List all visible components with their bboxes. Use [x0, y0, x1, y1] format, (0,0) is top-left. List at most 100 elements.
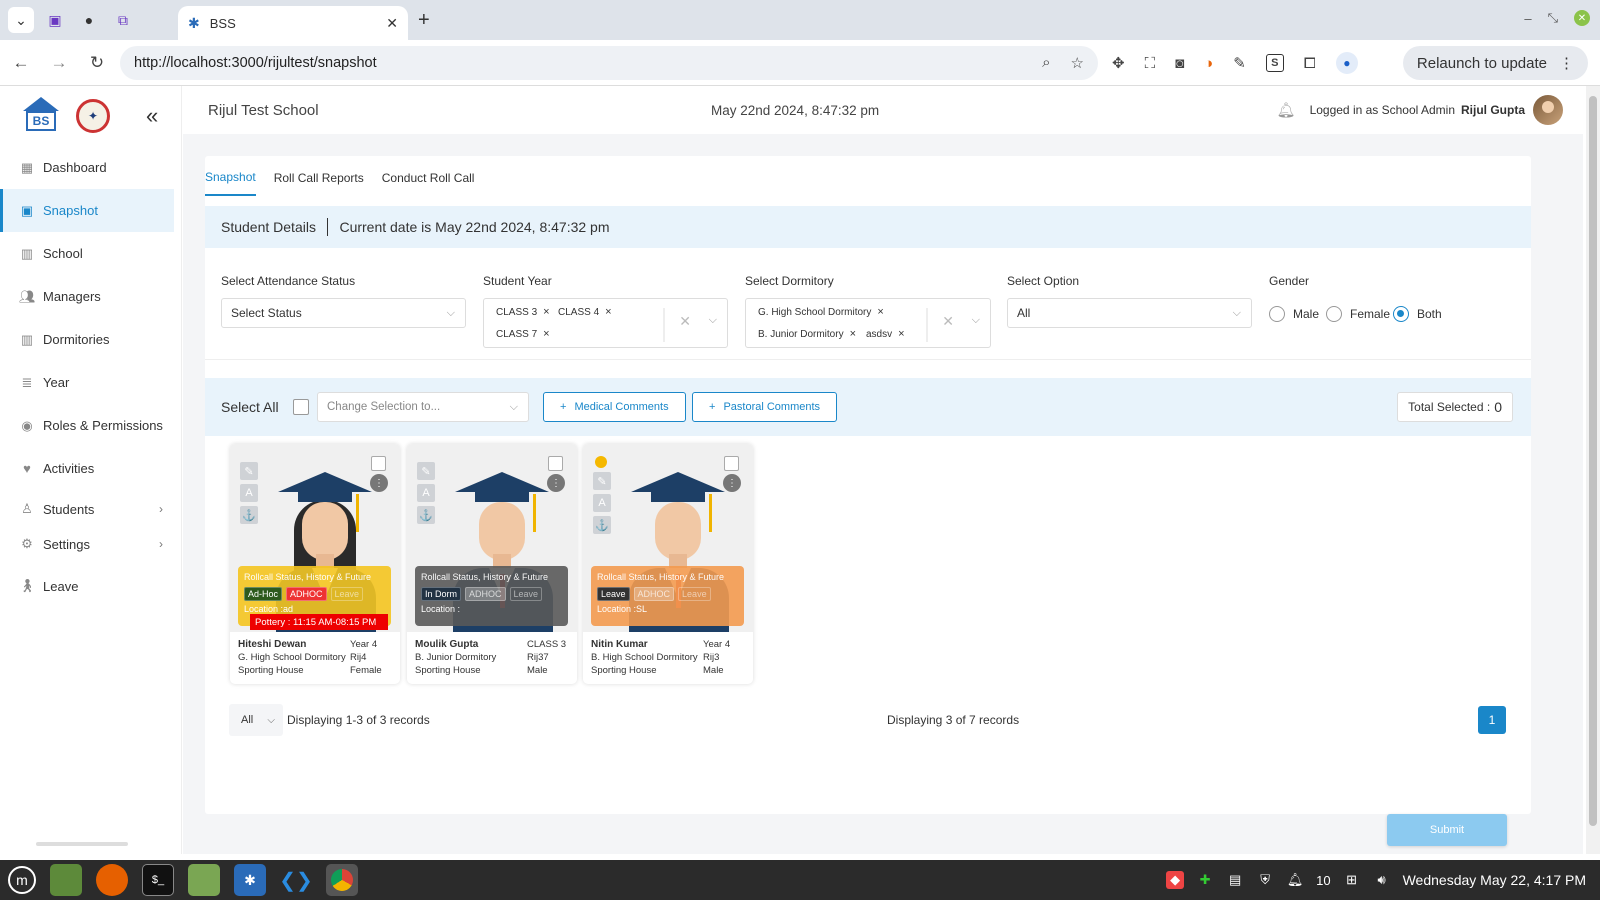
browser-tab-active[interactable]: ✱ BSS ✕	[178, 6, 408, 40]
tab-conduct-roll-call[interactable]: Conduct Roll Call	[382, 161, 475, 195]
dormitory-multiselect[interactable]: G. High School Dormitory × B. Junior Dorm…	[745, 298, 991, 348]
letter-a-icon[interactable]: A	[593, 494, 611, 512]
remove-chip-icon[interactable]: ×	[898, 328, 904, 340]
network-icon[interactable]: ⊞	[1343, 871, 1361, 889]
avatar[interactable]	[1533, 95, 1563, 125]
gender-radio-both[interactable]: Both	[1393, 306, 1442, 322]
gender-radio-female[interactable]: Female	[1326, 306, 1390, 322]
color-extension-icon[interactable]: ◑	[1204, 55, 1213, 72]
student-card[interactable]: ✎ A ⚓ ⋮ Rollcall Status, History & Futur…	[407, 444, 577, 684]
puzzle-extensions-icon[interactable]: ⧠	[1304, 55, 1316, 72]
sidebar-item-students[interactable]: ♙ Students ›	[0, 490, 181, 528]
sidebar-item-school[interactable]: ▥ School	[0, 232, 181, 275]
sidebar-item-year[interactable]: ≣ Year	[0, 361, 181, 404]
sidebar-item-leave[interactable]: 🚶︎ Leave	[0, 560, 181, 612]
student-card[interactable]: ✎ A ⚓ ⋮ Rollcall Status, History & Futur…	[583, 444, 753, 684]
student-select-checkbox[interactable]	[724, 456, 739, 471]
slack-icon[interactable]: ✱	[234, 864, 266, 896]
chevron-right-icon[interactable]: ›	[159, 537, 163, 551]
remove-chip-icon[interactable]: ×	[605, 306, 611, 318]
sidebar-item-managers[interactable]: 👥︎ Managers	[0, 275, 181, 318]
github-icon[interactable]: ●	[76, 7, 102, 33]
remove-chip-icon[interactable]: ×	[877, 306, 883, 318]
collapse-sidebar-icon[interactable]: «	[146, 103, 158, 129]
forward-icon[interactable]: →	[42, 53, 76, 73]
sidebar-scrollbar[interactable]	[36, 842, 128, 846]
pastoral-comments-button[interactable]: + Pastoral Comments	[692, 392, 838, 422]
clear-icon[interactable]: ✕	[942, 313, 954, 330]
eyedropper-icon[interactable]: ✎	[1233, 54, 1246, 72]
student-select-checkbox[interactable]	[548, 456, 563, 471]
letter-a-icon[interactable]: A	[240, 484, 258, 502]
chevron-down-icon[interactable]: ⌵	[972, 314, 980, 327]
sidebar-item-activities[interactable]: ♥ Activities	[0, 447, 181, 490]
camera-icon[interactable]: ◙	[1175, 55, 1184, 72]
s-extension-icon[interactable]: S	[1265, 54, 1284, 72]
move-extension-icon[interactable]: ✥	[1112, 54, 1125, 72]
more-options-icon[interactable]: ⋮	[370, 474, 388, 492]
relaunch-button[interactable]: Relaunch to update ⋮	[1402, 46, 1588, 80]
profile-avatar-icon[interactable]: ●	[1335, 52, 1358, 74]
select-all[interactable]: Select All	[221, 399, 309, 415]
remove-chip-icon[interactable]: ×	[543, 328, 549, 340]
git-icon[interactable]: ◆	[1166, 871, 1185, 889]
sidebar-item-dormitories[interactable]: ▥ Dormitories	[0, 318, 181, 361]
bell-icon[interactable]: 🔔︎	[1277, 101, 1296, 119]
url-text[interactable]: http://localhost:3000/rijultest/snapshot	[134, 55, 377, 71]
more-options-icon[interactable]: ⋮	[723, 474, 741, 492]
student-card[interactable]: ✎ A ⚓ ⋮ Rollcall Status, History & Futur…	[230, 444, 400, 684]
bookmark-star-icon[interactable]: ☆	[1071, 54, 1084, 72]
pinned-tab-app-icon[interactable]: ▣	[42, 7, 68, 33]
chevron-right-icon[interactable]: ›	[159, 502, 163, 516]
kebab-menu-icon[interactable]: ⋮	[1559, 54, 1574, 72]
screen-capture-icon[interactable]: ⛶	[1145, 55, 1156, 72]
rollcall-status-panel[interactable]: Rollcall Status, History & Future Leave A…	[591, 566, 744, 626]
radio-button[interactable]	[1393, 306, 1409, 322]
radio-button[interactable]	[1326, 306, 1342, 322]
change-selection-select[interactable]: Change Selection to... ⌵	[317, 392, 529, 422]
firefox-icon[interactable]	[96, 864, 128, 896]
option-select[interactable]: All ⌵	[1007, 298, 1252, 328]
tab-list-chevron-icon[interactable]: ⌄	[8, 7, 34, 33]
gender-radio-male[interactable]: Male	[1269, 306, 1319, 322]
scrollbar-thumb[interactable]	[1589, 96, 1597, 826]
anchor-icon[interactable]: ⚓	[593, 516, 611, 534]
more-options-icon[interactable]: ⋮	[547, 474, 565, 492]
anchor-icon[interactable]: ⚓	[240, 506, 258, 524]
close-tab-icon[interactable]: ✕	[386, 15, 398, 32]
student-select-checkbox[interactable]	[371, 456, 386, 471]
tab-snapshot[interactable]: Snapshot	[205, 160, 256, 196]
clear-icon[interactable]: ✕	[679, 313, 691, 330]
back-icon[interactable]: ←	[4, 53, 38, 73]
submit-button[interactable]: Submit	[1387, 814, 1507, 846]
remove-chip-icon[interactable]: ×	[543, 306, 549, 318]
close-window-icon[interactable]: ✕	[1574, 10, 1590, 26]
files-icon[interactable]	[188, 864, 220, 896]
page-1-button[interactable]: 1	[1478, 706, 1506, 734]
sidebar-item-settings[interactable]: ⚙ Settings ›	[0, 528, 181, 560]
student-year-multiselect[interactable]: CLASS 3 × CLASS 4 × CLASS 7 × ✕ ⌵	[483, 298, 728, 348]
terminal-icon[interactable]: $_	[142, 864, 174, 896]
medical-comments-button[interactable]: + Medical Comments	[543, 392, 686, 422]
clipboard-icon[interactable]: ▤	[1226, 871, 1244, 889]
chrome-icon[interactable]	[326, 864, 358, 896]
rollcall-status-panel[interactable]: Rollcall Status, History & Future In Dor…	[415, 566, 568, 626]
sidebar-item-snapshot[interactable]: ▣ Snapshot	[0, 189, 174, 232]
shield-icon[interactable]: ⛨	[1256, 871, 1274, 889]
restore-icon[interactable]: ⤡	[1548, 10, 1558, 26]
attendance-status-select[interactable]: Select Status ⌵	[221, 298, 466, 328]
network-manager-icon[interactable]: ✚	[1196, 871, 1214, 889]
select-all-checkbox[interactable]	[292, 399, 309, 415]
sidebar-item-dashboard[interactable]: ▦ Dashboard	[0, 146, 181, 189]
remove-chip-icon[interactable]: ×	[850, 328, 856, 340]
page-scrollbar[interactable]	[1586, 86, 1600, 854]
chevron-down-icon[interactable]: ⌵	[709, 314, 717, 327]
notification-icon[interactable]: 🔔︎	[1286, 871, 1304, 889]
minimize-icon[interactable]: –	[1524, 11, 1531, 26]
page-size-select[interactable]: All ⌵	[229, 704, 283, 736]
notes-icon[interactable]: ✎	[593, 472, 611, 490]
radio-button[interactable]	[1269, 306, 1285, 322]
pinned-tab-hive-icon[interactable]: ⧉	[110, 7, 136, 33]
zoom-icon[interactable]: ⌕	[1042, 54, 1050, 72]
vscode-icon[interactable]: ❮❯	[279, 864, 313, 896]
